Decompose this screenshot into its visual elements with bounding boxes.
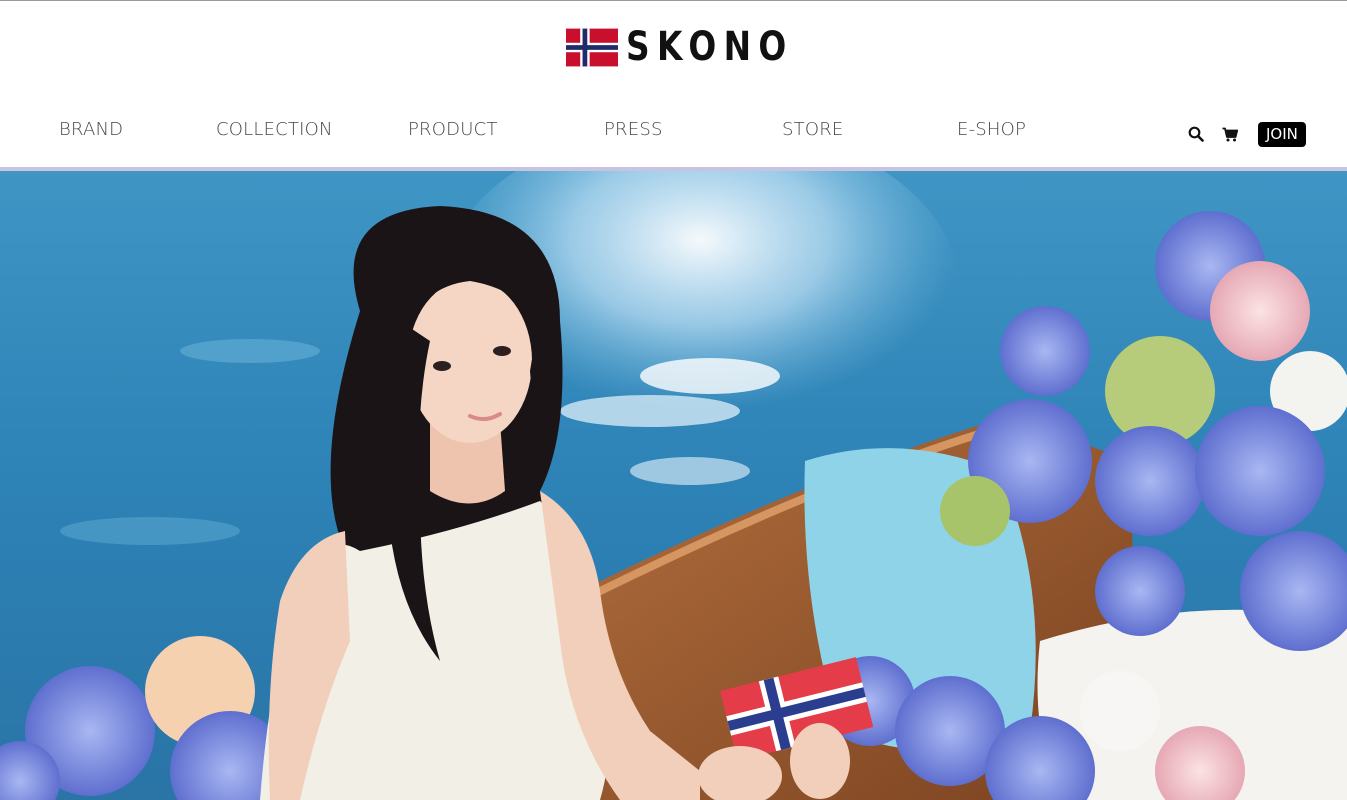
nav-item-product[interactable]: PRODUCT xyxy=(408,119,498,140)
nav-item-brand[interactable]: BRAND xyxy=(59,119,123,140)
header-tools: JOIN xyxy=(1186,121,1306,147)
join-button[interactable]: JOIN xyxy=(1258,121,1306,147)
nav-item-press[interactable]: PRESS xyxy=(604,119,663,140)
site-logo[interactable]: SKONO xyxy=(566,27,831,67)
logo-wordmark: SKONO xyxy=(626,24,794,70)
hero-banner[interactable] xyxy=(0,171,1347,800)
nav-item-store[interactable]: STORE xyxy=(782,119,843,140)
site-header: SKONO BRAND COLLECTION PRODUCT PRESS STO… xyxy=(0,1,1347,168)
cart-icon[interactable] xyxy=(1220,124,1240,144)
main-nav: BRAND COLLECTION PRODUCT PRESS STORE E-S… xyxy=(0,119,1100,149)
nav-item-collection[interactable]: COLLECTION xyxy=(216,119,333,140)
hero-image xyxy=(0,171,1347,800)
norway-flag-icon xyxy=(566,28,618,66)
nav-item-eshop[interactable]: E-SHOP xyxy=(957,119,1026,140)
search-icon[interactable] xyxy=(1186,124,1206,144)
